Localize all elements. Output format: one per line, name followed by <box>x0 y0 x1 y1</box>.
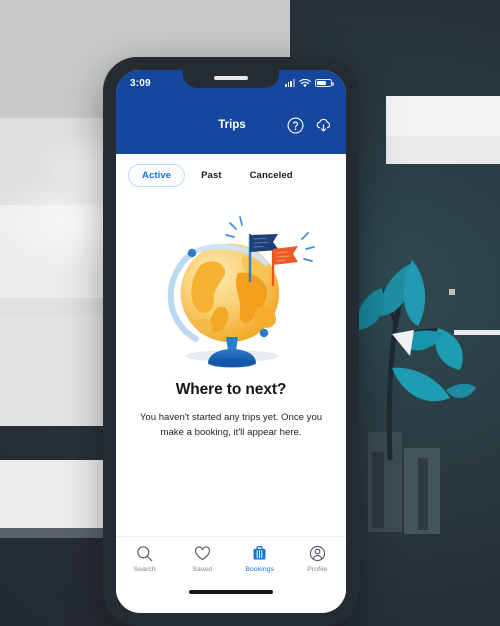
nav-bar: Trips <box>116 96 346 154</box>
globe-with-flags-illustration <box>167 216 315 368</box>
suitcase-icon <box>253 546 266 560</box>
plant-leaves-decoration <box>357 260 476 460</box>
nav-actions <box>286 116 336 135</box>
bottom-nav-item-profile[interactable]: Profile <box>289 544 347 573</box>
bottom-nav-item-search[interactable]: Search <box>116 544 174 573</box>
person-circle-icon <box>309 545 325 562</box>
home-indicator <box>189 590 273 594</box>
bottom-nav-label-search: Search <box>133 566 156 573</box>
help-circle-icon[interactable] <box>286 116 305 135</box>
bottom-nav-label-saved: Saved <box>192 566 213 573</box>
battery-icon <box>315 78 334 88</box>
tab-active[interactable]: Active <box>128 164 186 187</box>
empty-state-body: You haven't started any trips yet. Once … <box>139 412 323 438</box>
heart-icon <box>194 546 210 561</box>
bottom-navigation: Search Saved Bookings Profile <box>116 536 346 599</box>
background-panel-right-top-2 <box>386 136 500 164</box>
status-time: 3:09 <box>130 77 151 89</box>
status-icons <box>284 78 334 88</box>
filter-tabs: Active Past Canceled <box>116 154 346 195</box>
cloud-download-icon[interactable] <box>314 116 333 135</box>
empty-state-content: Where to next? You haven't started any t… <box>116 195 346 599</box>
bottom-nav-item-saved[interactable]: Saved <box>174 544 232 573</box>
empty-state-headline: Where to next? <box>175 381 287 398</box>
background-building-4 <box>418 458 428 530</box>
page-title: Trips <box>218 119 246 131</box>
tab-canceled[interactable]: Canceled <box>238 164 305 187</box>
phone-mockup: 3:09 Trips Active Past Canceled Where to… <box>103 57 359 626</box>
bottom-nav-label-profile: Profile <box>307 566 328 573</box>
search-icon <box>137 546 153 562</box>
background-building-3 <box>372 452 384 528</box>
wifi-icon <box>299 78 311 87</box>
bottom-nav-item-bookings[interactable]: Bookings <box>231 544 289 573</box>
tab-past[interactable]: Past <box>189 164 233 187</box>
bottom-nav-label-bookings: Bookings <box>245 566 275 573</box>
scene: 3:09 Trips Active Past Canceled Where to… <box>0 0 500 626</box>
phone-speaker <box>214 76 248 80</box>
phone-screen: 3:09 Trips Active Past Canceled Where to… <box>116 70 346 613</box>
cellular-signal-icon <box>284 79 295 87</box>
background-panel-right-top <box>386 96 500 136</box>
